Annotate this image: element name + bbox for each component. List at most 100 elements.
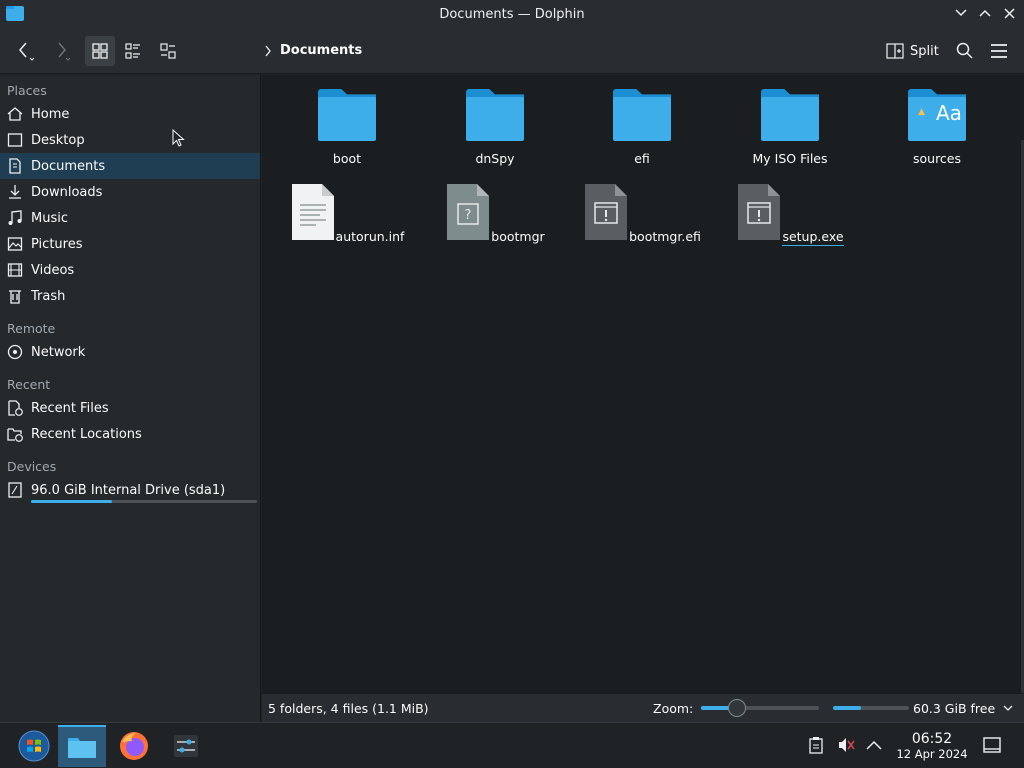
file-name-label: bootmgr	[491, 229, 545, 244]
details-view-button[interactable]	[153, 36, 183, 66]
unknown-file-icon: ?	[447, 184, 490, 240]
sidebar-item-home[interactable]: Home	[0, 101, 260, 127]
zoom-slider-handle[interactable]	[727, 699, 746, 717]
documents-icon	[7, 158, 23, 174]
folder-icon	[466, 89, 524, 141]
sidebar-item-trash[interactable]: Trash	[0, 283, 260, 309]
drive-icon	[7, 482, 23, 498]
breadcrumb-current[interactable]: Documents	[280, 43, 362, 58]
recent-locations-icon	[7, 426, 23, 442]
file-name-label: bootmgr.efi	[629, 229, 701, 244]
file-view[interactable]: boot dnSpy efi My ISO Files Aa ▲ sources autoru…	[262, 75, 1024, 693]
file-name-label: sources	[912, 151, 962, 166]
places-panel: Places Home Desktop Documents Downloads …	[0, 75, 261, 722]
folder-item-boot[interactable]: boot	[287, 89, 407, 166]
taskbar-system-settings[interactable]	[162, 725, 210, 767]
folder-item-sources[interactable]: Aa ▲ sources	[877, 89, 997, 166]
file-name-label: boot	[332, 151, 362, 166]
sidebar-item-music[interactable]: Music	[0, 205, 260, 231]
volume-tray-button[interactable]	[836, 735, 856, 755]
show-desktop-icon	[983, 737, 1001, 753]
sidebar-item-label: 96.0 GiB Internal Drive (sda1)	[31, 482, 226, 498]
sidebar-item-label: Music	[31, 210, 68, 226]
section-places: Places	[7, 83, 47, 98]
sidebar-item-videos[interactable]: Videos	[0, 257, 260, 283]
status-bar: 5 folders, 4 files (1.1 MiB) Zoom: 60.3 …	[262, 693, 1024, 722]
sidebar-item-label: Documents	[31, 158, 106, 174]
folder-icon	[68, 738, 96, 758]
file-item-setup-exe[interactable]: setup.exe	[730, 183, 850, 246]
sidebar-item-documents[interactable]: Documents	[0, 153, 260, 179]
free-space-button[interactable]: 60.3 GiB free	[913, 701, 1013, 716]
section-remote: Remote	[7, 321, 56, 336]
compact-view-button[interactable]	[118, 36, 148, 66]
close-button[interactable]	[1000, 4, 1018, 22]
sidebar-item-downloads[interactable]: Downloads	[0, 179, 260, 205]
title-bar[interactable]: Documents — Dolphin	[0, 0, 1024, 28]
svg-text:?: ?	[465, 208, 472, 223]
file-item-bootmgr-efi[interactable]: bootmgr.efi	[582, 183, 702, 244]
forward-button[interactable]	[46, 36, 76, 66]
window-title: Documents — Dolphin	[439, 6, 585, 22]
split-label: Split	[910, 43, 939, 59]
file-name-label: autorun.inf	[335, 229, 405, 244]
sidebar-item-recent-files[interactable]: Recent Files	[0, 395, 260, 421]
split-button[interactable]: Split	[886, 39, 939, 63]
drive-usage-bar	[31, 500, 257, 503]
hamburger-menu-button[interactable]	[984, 36, 1014, 66]
chevron-up-icon	[866, 740, 882, 750]
free-space-label: 60.3 GiB free	[913, 700, 996, 716]
file-name-label: efi	[634, 151, 650, 166]
digital-clock[interactable]: 06:52 12 Apr 2024	[892, 731, 972, 761]
folder-icon: Aa ▲	[908, 89, 966, 141]
volume-muted-icon	[839, 738, 855, 752]
sidebar-item-label: Network	[31, 344, 86, 360]
home-icon	[7, 106, 23, 122]
start-menu-button[interactable]	[10, 725, 58, 767]
clipboard-icon	[809, 737, 823, 754]
hamburger-icon	[991, 44, 1007, 58]
sidebar-item-label: Recent Files	[31, 400, 109, 416]
section-devices: Devices	[7, 459, 57, 474]
breadcrumb[interactable]: Documents	[264, 43, 362, 58]
sidebar-item-internal-drive[interactable]: 96.0 GiB Internal Drive (sda1)	[0, 477, 260, 503]
taskbar-dolphin[interactable]	[58, 725, 106, 767]
tray-expand-button[interactable]	[864, 735, 884, 755]
maximize-button[interactable]	[976, 4, 994, 22]
recent-files-icon	[7, 400, 23, 416]
sidebar-item-network[interactable]: Network	[0, 339, 260, 365]
text-file-icon	[291, 184, 334, 240]
sidebar-item-pictures[interactable]: Pictures	[0, 231, 260, 257]
taskbar-firefox[interactable]	[110, 725, 158, 767]
folder-item-efi[interactable]: efi	[582, 89, 702, 166]
pictures-icon	[7, 236, 23, 252]
file-item-bootmgr[interactable]: ? bootmgr	[435, 183, 555, 244]
folder-icon	[318, 89, 376, 141]
sidebar-item-label: Desktop	[31, 132, 85, 148]
file-name-label: My ISO Files	[752, 151, 828, 166]
back-button[interactable]	[10, 36, 40, 66]
zoom-slider[interactable]	[701, 699, 820, 717]
music-icon	[7, 210, 23, 226]
folder-item-dnspy[interactable]: dnSpy	[435, 89, 555, 166]
split-view-icon	[886, 43, 904, 59]
network-icon	[7, 344, 23, 360]
dolphin-app-icon	[6, 6, 24, 21]
videos-icon	[7, 262, 23, 278]
folder-item-my-iso-files[interactable]: My ISO Files	[730, 89, 850, 166]
icons-view-button[interactable]	[85, 36, 115, 66]
chevron-right-icon	[265, 45, 271, 56]
sidebar-item-desktop[interactable]: Desktop	[0, 127, 260, 153]
file-item-autorun-inf[interactable]: autorun.inf	[287, 183, 407, 244]
show-desktop-button[interactable]	[982, 735, 1002, 755]
executable-file-icon	[585, 184, 628, 240]
clipboard-tray-button[interactable]	[806, 735, 826, 755]
sidebar-item-label: Downloads	[31, 184, 103, 200]
executable-file-icon	[738, 184, 781, 240]
search-button[interactable]	[950, 36, 980, 66]
free-space-fill	[833, 706, 862, 710]
section-recent: Recent	[7, 377, 51, 392]
sidebar-item-recent-locations[interactable]: Recent Locations	[0, 421, 260, 447]
minimize-button[interactable]	[952, 4, 970, 22]
search-icon	[956, 42, 973, 59]
